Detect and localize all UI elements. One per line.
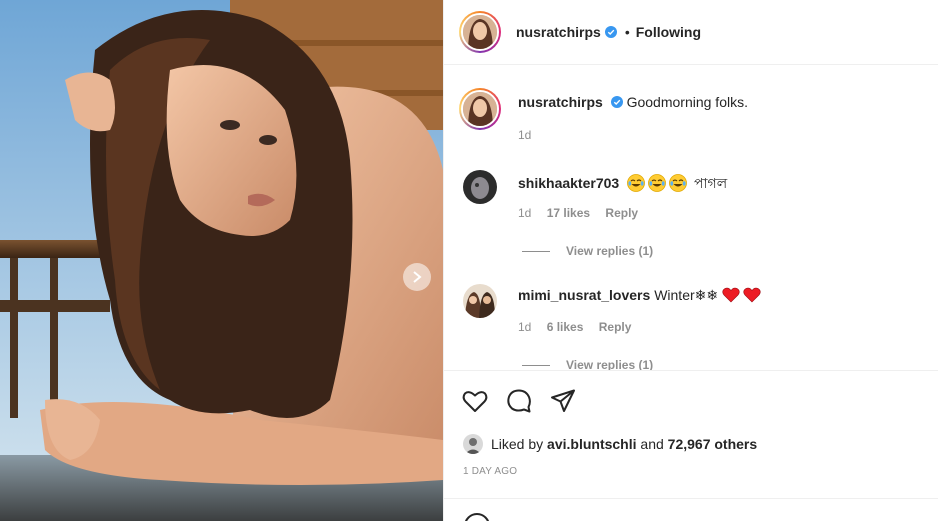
comment-text: shikhaakter703 পাগল	[518, 172, 727, 196]
author-username[interactable]: nusratchirps	[516, 24, 601, 40]
view-replies-label: View replies (1)	[566, 244, 654, 258]
header-separator: •	[624, 24, 630, 40]
caption-username[interactable]: nusratchirps	[518, 94, 603, 110]
likes-summary: Liked by avi.bluntschli and 72,967 other…	[463, 434, 757, 454]
likes-middle: and	[640, 436, 664, 452]
laughing-tears-emoji	[669, 174, 687, 192]
comment-likes[interactable]: 17 likes	[547, 206, 590, 220]
comment-username[interactable]: shikhaakter703	[518, 175, 619, 191]
reply-button[interactable]: Reply	[605, 206, 638, 220]
comment-meta: 1d 17 likes Reply	[518, 206, 650, 220]
caption-author-avatar[interactable]	[459, 88, 501, 130]
comment-body: পাগল	[693, 175, 728, 191]
laughing-tears-emoji	[648, 174, 666, 192]
commenter-avatar-image	[463, 170, 497, 204]
view-replies-label: View replies (1)	[566, 358, 654, 370]
chevron-right-icon	[413, 271, 422, 283]
next-photo-button[interactable]	[403, 263, 431, 291]
comment-row: mimi_nusrat_lovers Winter❄❄ 1d 6 likes R…	[459, 284, 929, 370]
comment-username[interactable]: mimi_nusrat_lovers	[518, 287, 650, 303]
action-bar	[444, 370, 938, 430]
verified-badge-icon	[610, 96, 623, 108]
caption-time[interactable]: 1d	[518, 128, 531, 142]
commenter-avatar[interactable]	[463, 170, 497, 204]
share-icon[interactable]	[549, 387, 577, 415]
likes-count-link[interactable]: 72,967 others	[668, 436, 758, 452]
following-button[interactable]: Following	[636, 24, 701, 40]
caption-row: nusratchirps Goodmorning folks. 1d	[459, 88, 929, 148]
red-heart-emoji	[743, 287, 761, 303]
add-comment-area	[444, 498, 938, 521]
author-avatar-image	[463, 15, 497, 49]
post-image	[0, 0, 443, 521]
commenter-avatar[interactable]	[463, 284, 497, 318]
commenter-avatar-image	[463, 284, 497, 318]
view-replies-button[interactable]: View replies (1)	[522, 244, 653, 258]
liker-username[interactable]: avi.bluntschli	[547, 436, 636, 452]
caption-meta: 1d	[518, 128, 543, 142]
replies-divider	[522, 364, 550, 366]
post-date[interactable]: 1 DAY AGO	[463, 466, 517, 477]
red-heart-emoji	[722, 287, 740, 303]
post-photo[interactable]	[0, 0, 443, 521]
liker-avatar[interactable]	[463, 434, 483, 454]
reply-button[interactable]: Reply	[599, 320, 632, 334]
replies-divider	[522, 250, 550, 252]
heart-icon[interactable]	[461, 387, 489, 415]
comment-likes[interactable]: 6 likes	[547, 320, 584, 334]
comment-time[interactable]: 1d	[518, 206, 531, 220]
verified-badge-icon	[604, 26, 617, 38]
comment-icon[interactable]	[505, 387, 533, 415]
liker-avatar-image	[463, 434, 483, 454]
laughing-tears-emoji	[627, 174, 645, 192]
post-sidebar: nusratchirps • Following nusratchirps Go…	[443, 0, 938, 521]
comment-body: Winter❄❄	[654, 287, 719, 303]
view-replies-button[interactable]: View replies (1)	[522, 358, 653, 370]
caption-text: nusratchirps Goodmorning folks.	[518, 94, 748, 110]
caption-avatar-image	[463, 92, 497, 126]
comment-meta: 1d 6 likes Reply	[518, 320, 643, 334]
author-avatar[interactable]	[459, 11, 501, 53]
likes-prefix: Liked by	[491, 436, 544, 452]
comment-time[interactable]: 1d	[518, 320, 531, 334]
comment-row: shikhaakter703 পাগল 1d 17 likes Reply Vi…	[459, 170, 929, 260]
comments-list[interactable]: nusratchirps Goodmorning folks. 1d shikh…	[444, 66, 938, 370]
post-header: nusratchirps • Following	[444, 0, 938, 65]
caption-body: Goodmorning folks.	[626, 94, 748, 110]
comment-text: mimi_nusrat_lovers Winter❄❄	[518, 286, 764, 304]
emoji-picker-icon[interactable]	[464, 513, 490, 521]
